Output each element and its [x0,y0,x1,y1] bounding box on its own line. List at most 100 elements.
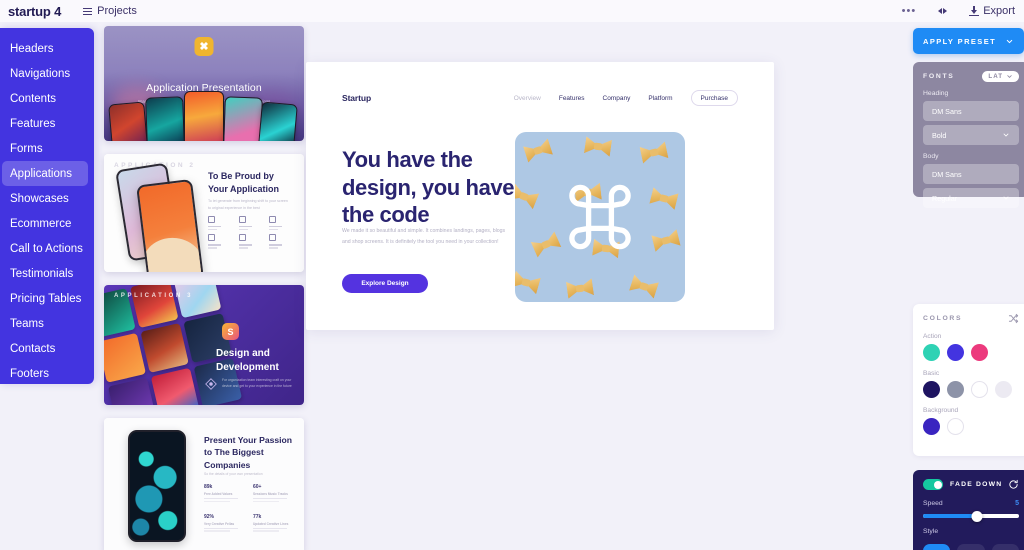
stat-number: 89k [204,484,213,490]
action-colors-label: Action [923,333,942,340]
template-thumbnail-2[interactable]: APPLICATION 2 To Be Proud by Your Applic… [104,154,304,272]
sidebar-item-showcases[interactable]: Showcases [2,186,88,211]
speed-label: Speed [923,500,943,507]
feature-cell [208,234,235,249]
body-font-family-value: DM Sans [932,169,962,179]
colors-card-title: COLORS [923,315,963,322]
more-options-button[interactable]: ••• [902,5,917,17]
more-horizontal-icon: ••• [901,5,917,17]
preview-explore-design-button[interactable]: Explore Design [342,274,428,293]
stat-caption: Very Creative Fellas [204,521,235,526]
stats-grid: 89k Free Added Values 60+ Sessions Music… [204,484,296,532]
color-swatch[interactable] [923,381,940,398]
thumbnail-title: Design and Development [216,348,279,373]
sidebar-item-applications[interactable]: Applications [2,161,88,186]
sidebar-item-label: Features [10,117,56,130]
color-swatch[interactable] [971,381,988,398]
inspector-panel: APPLY PRESET FONTS LAT Heading DM Sans B… [905,22,1024,550]
style-label: Style [923,528,939,535]
sidebar-item-footers[interactable]: Footers [2,361,88,386]
preview-hero-paragraph: We made it so beautiful and simple. It c… [342,228,506,245]
heading-font-family-field[interactable]: DM Sans [923,101,1019,121]
template-thumbnail-1[interactable]: ✖ Application Presentation Imagine prese… [104,26,304,141]
fonts-card: FONTS LAT Heading DM Sans Bold Body DM S… [913,62,1024,208]
color-swatch[interactable] [947,381,964,398]
chevron-down-icon [1006,39,1013,43]
color-swatch[interactable] [995,381,1012,398]
stat-item: 60+ Sessions Music Tracks [253,484,296,502]
sidebar-item-headers[interactable]: Headers [2,36,88,61]
apply-preset-label: APPLY PRESET [923,36,997,46]
sidebar-item-contents[interactable]: Contents [2,86,88,111]
chevron-down-icon [1007,75,1012,78]
heading-font-weight-select[interactable]: Bold [923,125,1019,145]
animation-toggle[interactable] [923,479,943,490]
color-swatch[interactable] [947,418,964,435]
preview-canvas[interactable]: Startup Overview Features Company Platfo… [306,62,774,330]
style-option-zoom[interactable] [991,544,1019,550]
shuffle-icon[interactable] [1008,313,1019,324]
style-option-fade-up[interactable] [957,544,985,550]
sidebar-item-label: Ecommerce [10,217,72,230]
body-font-family-field[interactable]: DM Sans [923,164,1019,184]
preview-nav-purchase-button[interactable]: Purchase [690,90,738,106]
sidebar-item-contacts[interactable]: Contacts [2,336,88,361]
stat-caption: Updated Creative Lines [253,521,289,526]
stat-number: 92% [204,513,215,520]
template-thumbnail-4[interactable]: Present Your Passion to The Biggest Comp… [104,418,304,550]
arrows-collapse-icon [938,8,948,14]
speed-value: 5 [1015,500,1019,507]
template-thumbnail-rail[interactable]: ✖ Application Presentation Imagine prese… [104,26,304,550]
template-thumbnail-3[interactable]: APPLICATION 3 S Design and Development F… [104,285,304,405]
fonts-card-header: FONTS LAT [923,71,1019,82]
heading-group-label: Heading [923,90,949,97]
color-swatch[interactable] [923,344,940,361]
sidebar-item-navigations[interactable]: Navigations [2,61,88,86]
preview-nav-link-overview[interactable]: Overview [514,95,541,102]
thumbnail-title: Present Your Passion to The Biggest Comp… [204,435,293,470]
color-swatch[interactable] [971,344,988,361]
sidebar-item-features[interactable]: Features [2,111,88,136]
preview-nav-link-features[interactable]: Features [559,95,585,102]
action-colors-row [923,344,1019,361]
preview-site-nav: Startup Overview Features Company Platfo… [306,88,774,108]
body-font-weight-select[interactable]: Regular [923,188,1019,208]
download-icon [969,6,980,16]
feature-grid [208,216,296,249]
speed-slider-handle[interactable] [971,510,983,522]
color-swatch[interactable] [947,344,964,361]
collapse-panels-button[interactable] [938,8,948,14]
colors-card: COLORS Action Basic Background [913,304,1024,456]
animation-name-label: FADE DOWN [950,481,1003,488]
export-button[interactable]: Export [969,5,1015,17]
speed-slider[interactable] [923,510,1019,522]
refresh-icon[interactable] [1008,479,1019,490]
speed-row: Speed 5 [923,500,1019,507]
animation-header: FADE DOWN [923,479,1019,490]
sidebar-item-forms[interactable]: Forms [2,136,88,161]
thumbnail-label: APPLICATION 3 [114,293,194,299]
sidebar-item-label: Contacts [10,342,56,355]
sidebar-item-testimonials[interactable]: Testimonials [2,261,88,286]
projects-button[interactable]: Projects [83,5,137,17]
color-swatch[interactable] [923,418,940,435]
sidebar-item-call-to-actions[interactable]: Call to Actions [2,236,88,261]
sidebar-item-pricing-tables[interactable]: Pricing Tables [2,286,88,311]
style-option-fade-down[interactable] [923,544,951,550]
style-options [923,544,1019,550]
sidebar-item-ecommerce[interactable]: Ecommerce [2,211,88,236]
sidebar-item-teams[interactable]: Teams [2,311,88,336]
body-group-label: Body [923,153,939,160]
stat-caption: Free Added Values [204,492,233,496]
sidebar-item-label: Pricing Tables [10,292,82,305]
stat-item: 89k Free Added Values [204,484,247,502]
sidebar-item-label: Headers [10,42,54,55]
thumbnail-paragraph: So the details of your own presentation [204,472,263,476]
preview-nav-link-company[interactable]: Company [603,95,631,102]
script-select[interactable]: LAT [982,71,1019,82]
preview-nav-link-platform[interactable]: Platform [648,95,672,102]
apply-preset-button[interactable]: APPLY PRESET [913,28,1024,54]
sidebar-item-label: Forms [10,142,43,155]
colors-card-header: COLORS [923,313,1019,324]
stat-number: 77k [253,513,262,520]
